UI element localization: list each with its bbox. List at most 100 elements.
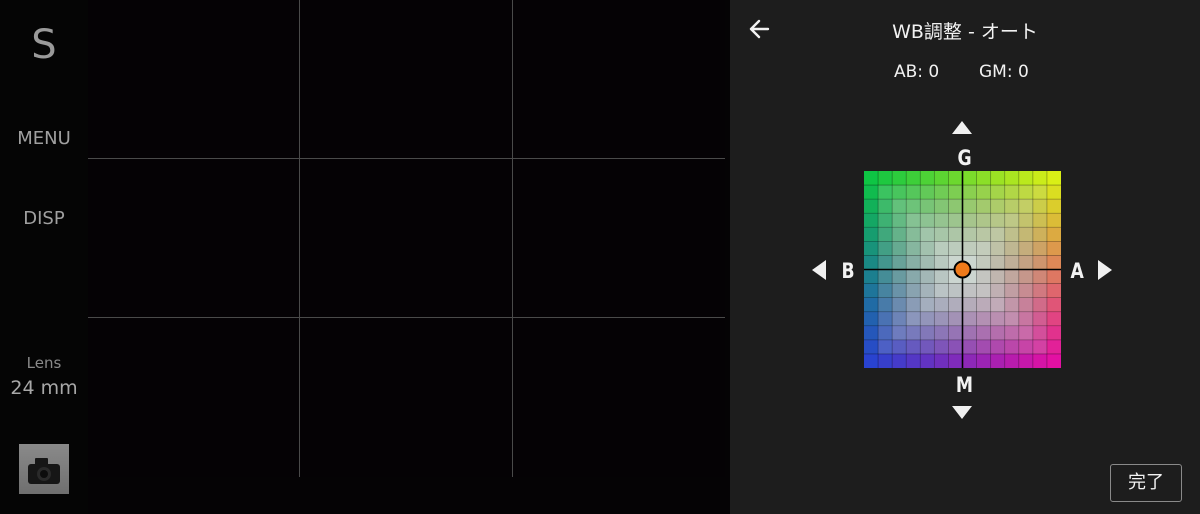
wb-grid-cell[interactable] xyxy=(892,241,907,256)
wb-grid-cell[interactable] xyxy=(906,199,921,214)
wb-grid-cell[interactable] xyxy=(990,325,1006,341)
wb-grid-cell[interactable] xyxy=(962,171,977,186)
wb-grid-cell[interactable] xyxy=(934,353,949,368)
wb-grid-cell[interactable] xyxy=(920,241,935,256)
wb-grid-cell[interactable] xyxy=(1032,241,1048,256)
wb-grid-cell[interactable] xyxy=(892,255,907,270)
wb-grid-cell[interactable] xyxy=(976,269,991,284)
wb-grid-cell[interactable] xyxy=(1004,227,1020,242)
wb-grid-cell[interactable] xyxy=(920,255,935,270)
wb-grid-cell[interactable] xyxy=(934,269,949,284)
wb-grid-cell[interactable] xyxy=(934,297,949,313)
wb-grid-cell[interactable] xyxy=(1004,213,1020,228)
wb-grid-cell[interactable] xyxy=(1032,339,1048,355)
wb-grid-cell[interactable] xyxy=(1032,199,1048,214)
wb-grid-cell[interactable] xyxy=(1046,185,1061,200)
done-button[interactable]: 完了 xyxy=(1110,464,1182,502)
wb-grid-cell[interactable] xyxy=(920,199,935,214)
wb-grid-cell[interactable] xyxy=(906,227,921,242)
last-photo-thumbnail[interactable] xyxy=(19,444,69,494)
wb-grid-cell[interactable] xyxy=(1018,185,1034,200)
wb-grid-cell[interactable] xyxy=(878,213,893,228)
wb-grid-cell[interactable] xyxy=(1018,353,1034,368)
wb-grid-cell[interactable] xyxy=(878,227,893,242)
wb-grid-cell[interactable] xyxy=(920,325,935,341)
wb-grid-cell[interactable] xyxy=(948,339,963,355)
wb-grid-cell[interactable] xyxy=(1004,199,1020,214)
wb-grid-cell[interactable] xyxy=(1004,297,1020,313)
wb-grid-cell[interactable] xyxy=(906,269,921,284)
wb-grid-cell[interactable] xyxy=(1032,325,1048,341)
wb-grid-cell[interactable] xyxy=(864,227,879,242)
wb-grid-cell[interactable] xyxy=(892,185,907,200)
wb-grid-cell[interactable] xyxy=(990,297,1006,313)
wb-grid-cell[interactable] xyxy=(990,213,1006,228)
wb-grid-cell[interactable] xyxy=(1004,283,1020,298)
wb-grid-cell[interactable] xyxy=(1032,185,1048,200)
wb-grid-cell[interactable] xyxy=(864,269,879,284)
wb-grid-cell[interactable] xyxy=(878,171,893,186)
wb-grid-cell[interactable] xyxy=(864,297,879,313)
wb-grid-cell[interactable] xyxy=(934,241,949,256)
wb-grid-cell[interactable] xyxy=(948,241,963,256)
wb-grid-cell[interactable] xyxy=(934,199,949,214)
wb-grid-cell[interactable] xyxy=(990,283,1006,298)
wb-grid-cell[interactable] xyxy=(934,325,949,341)
wb-grid-cell[interactable] xyxy=(878,311,893,327)
wb-grid-cell[interactable] xyxy=(1046,325,1061,341)
wb-grid-cell[interactable] xyxy=(976,353,991,368)
wb-grid-cell[interactable] xyxy=(976,199,991,214)
wb-grid-cell[interactable] xyxy=(1046,241,1061,256)
wb-grid-cell[interactable] xyxy=(962,297,977,313)
wb-grid-cell[interactable] xyxy=(920,213,935,228)
wb-grid-cell[interactable] xyxy=(892,213,907,228)
wb-grid-cell[interactable] xyxy=(990,241,1006,256)
wb-grid-cell[interactable] xyxy=(920,339,935,355)
triangle-right-icon[interactable] xyxy=(1098,260,1112,280)
wb-grid-cell[interactable] xyxy=(934,227,949,242)
wb-grid-cell[interactable] xyxy=(976,227,991,242)
wb-grid-cell[interactable] xyxy=(906,255,921,270)
wb-grid-cell[interactable] xyxy=(976,297,991,313)
wb-grid-cell[interactable] xyxy=(920,171,935,186)
wb-grid-cell[interactable] xyxy=(920,283,935,298)
wb-grid-cell[interactable] xyxy=(990,255,1006,270)
wb-grid-cell[interactable] xyxy=(1032,297,1048,313)
wb-grid-cell[interactable] xyxy=(1018,171,1034,186)
wb-grid-cell[interactable] xyxy=(906,339,921,355)
wb-grid-cell[interactable] xyxy=(962,199,977,214)
wb-grid-cell[interactable] xyxy=(1004,255,1020,270)
wb-grid-cell[interactable] xyxy=(920,311,935,327)
wb-grid-cell[interactable] xyxy=(934,171,949,186)
wb-grid-cell[interactable] xyxy=(906,353,921,368)
wb-grid-cell[interactable] xyxy=(934,213,949,228)
wb-grid-cell[interactable] xyxy=(1046,227,1061,242)
wb-grid-cell[interactable] xyxy=(1046,311,1061,327)
wb-grid-cell[interactable] xyxy=(934,185,949,200)
wb-grid-cell[interactable] xyxy=(976,171,991,186)
wb-color-grid[interactable] xyxy=(864,171,1061,368)
wb-grid-cell[interactable] xyxy=(920,269,935,284)
wb-grid-cell[interactable] xyxy=(948,199,963,214)
wb-grid-cell[interactable] xyxy=(948,185,963,200)
wb-grid-cell[interactable] xyxy=(1018,283,1034,298)
wb-grid-cell[interactable] xyxy=(892,227,907,242)
wb-grid-cell[interactable] xyxy=(1018,255,1034,270)
wb-grid-cell[interactable] xyxy=(976,325,991,341)
triangle-up-icon[interactable] xyxy=(952,121,972,134)
wb-grid-cell[interactable] xyxy=(878,255,893,270)
wb-grid-cell[interactable] xyxy=(864,325,879,341)
wb-grid-cell[interactable] xyxy=(906,311,921,327)
wb-grid-cell[interactable] xyxy=(1018,199,1034,214)
wb-grid-cell[interactable] xyxy=(962,213,977,228)
wb-grid-cell[interactable] xyxy=(962,339,977,355)
wb-grid-cell[interactable] xyxy=(990,227,1006,242)
wb-grid-cell[interactable] xyxy=(976,185,991,200)
wb-grid-cell[interactable] xyxy=(864,241,879,256)
wb-grid-cell[interactable] xyxy=(948,325,963,341)
wb-grid-cell[interactable] xyxy=(1032,213,1048,228)
wb-grid-cell[interactable] xyxy=(892,311,907,327)
wb-grid-cell[interactable] xyxy=(864,213,879,228)
wb-grid-cell[interactable] xyxy=(1018,227,1034,242)
wb-grid-cell[interactable] xyxy=(892,339,907,355)
